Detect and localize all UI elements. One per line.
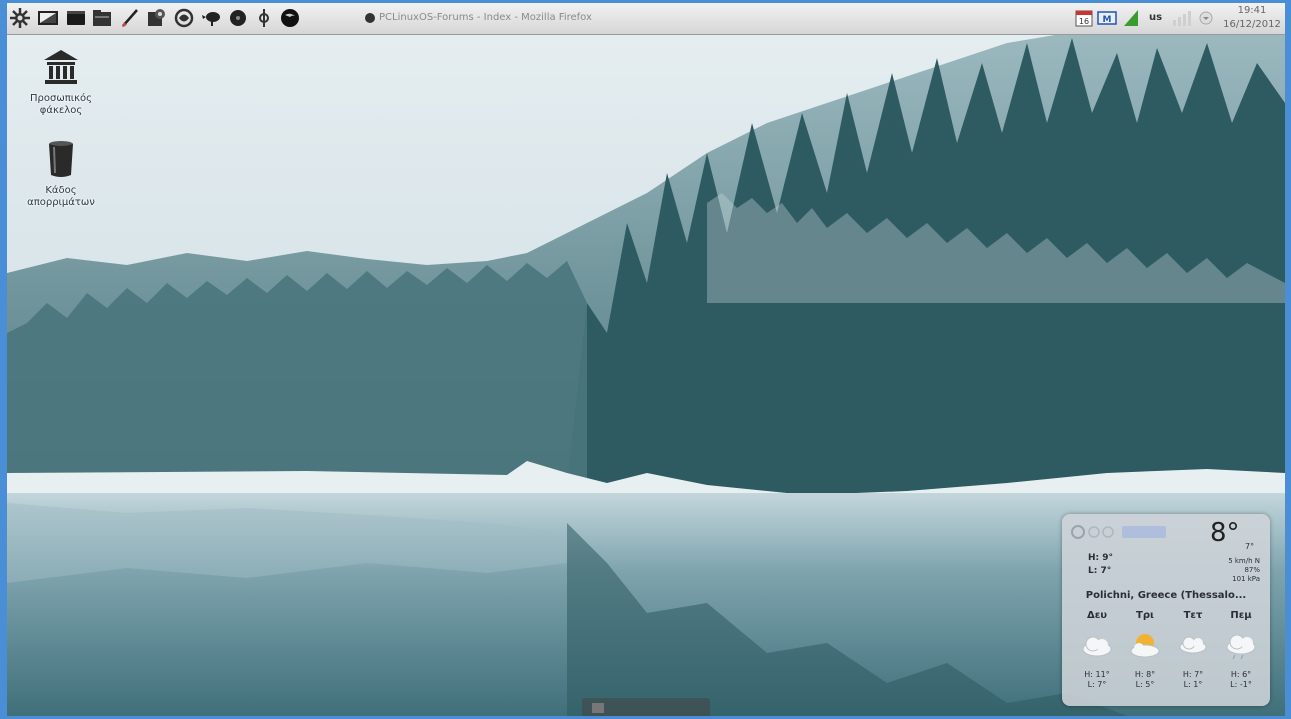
text-editor-icon[interactable] <box>119 7 141 29</box>
file-manager-icon[interactable] <box>91 7 113 29</box>
weather-toolbar-icons <box>1071 525 1166 539</box>
bird-icon[interactable] <box>201 7 223 29</box>
home-folder-icon <box>44 50 78 84</box>
keyboard-layout-indicator[interactable]: us <box>1149 12 1162 23</box>
forecast-low: L: -1° <box>1230 680 1252 689</box>
weather-location[interactable]: Polichni, Greece (Thessalo... <box>1062 590 1270 601</box>
forecast-day: Τετ <box>1183 610 1203 621</box>
desktop-icon-home[interactable]: Προσωπικός φάκελος <box>15 47 107 117</box>
window-icon <box>592 703 604 713</box>
cloud-icon <box>1179 636 1207 654</box>
forecast-high: H: 6° <box>1230 670 1252 679</box>
network-signal-icon[interactable] <box>1123 8 1139 28</box>
forecast-high: H: 8° <box>1134 670 1156 679</box>
svg-text:16: 16 <box>1079 17 1089 26</box>
tray-expand-icon[interactable] <box>1199 8 1213 28</box>
forecast-high: H: 11° <box>1084 670 1110 679</box>
clock-date[interactable]: 16/12/2012 <box>1219 19 1285 30</box>
clock-time[interactable]: 19:41 <box>1219 5 1285 16</box>
weather-feels-like: 7° <box>1245 542 1255 551</box>
forecast-high: H: 7° <box>1182 670 1204 679</box>
forecast-day: Πεμ <box>1230 610 1252 621</box>
mail-tray-icon[interactable]: M <box>1097 8 1117 28</box>
trash-icon <box>49 141 73 177</box>
forecast-day: Δευ <box>1086 610 1108 621</box>
cloud-icon <box>1082 636 1112 657</box>
volume-icon[interactable] <box>1171 8 1193 28</box>
forecast-day: Τρι <box>1136 610 1154 621</box>
kde-menu-icon[interactable] <box>9 7 31 29</box>
terminal-icon[interactable] <box>65 7 87 29</box>
task-favicon-icon <box>365 13 375 23</box>
forecast-low: L: 7° <box>1087 680 1107 689</box>
sun-cloud-icon <box>1130 634 1160 658</box>
weather-widget[interactable]: 8° 7° H: 9° L: 7° 5 km/h N 87% 101 kPa P… <box>1062 514 1270 706</box>
settings-icon[interactable] <box>145 7 167 29</box>
svg-text:M: M <box>1103 15 1112 25</box>
weather-wind: 5 km/h N <box>1228 557 1260 565</box>
rain-cloud-icon <box>1226 634 1256 660</box>
media-player-icon[interactable] <box>227 7 249 29</box>
firefox-icon[interactable] <box>279 7 301 29</box>
disk-icon[interactable] <box>253 7 275 29</box>
forecast-low: L: 1° <box>1183 680 1203 689</box>
desktop-icon-label: Προσωπικός φάκελος <box>30 93 92 116</box>
desktop-icon[interactable] <box>37 7 59 29</box>
bottom-taskbar-entry[interactable] <box>582 698 710 716</box>
calendar-tray-icon[interactable]: 16 <box>1075 8 1093 28</box>
weather-humidity: 87% <box>1244 566 1260 574</box>
top-panel: PCLinuxOS-Forums - Index - Mozilla Firef… <box>7 3 1285 35</box>
active-window-title[interactable]: PCLinuxOS-Forums - Index - Mozilla Firef… <box>379 12 592 23</box>
desktop-screen: PCLinuxOS-Forums - Index - Mozilla Firef… <box>7 3 1285 716</box>
weather-today-high: H: 9° <box>1088 553 1114 563</box>
globe-icon[interactable] <box>173 7 195 29</box>
weather-current-temp: 8° <box>1210 518 1240 548</box>
desktop-icon-label: Κάδος απορριμάτων <box>27 185 95 208</box>
forecast-low: L: 5° <box>1135 680 1155 689</box>
weather-pressure: 101 kPa <box>1232 575 1260 583</box>
weather-today-low: L: 7° <box>1088 566 1112 576</box>
desktop-icon-trash[interactable]: Κάδος απορριμάτων <box>15 139 107 209</box>
